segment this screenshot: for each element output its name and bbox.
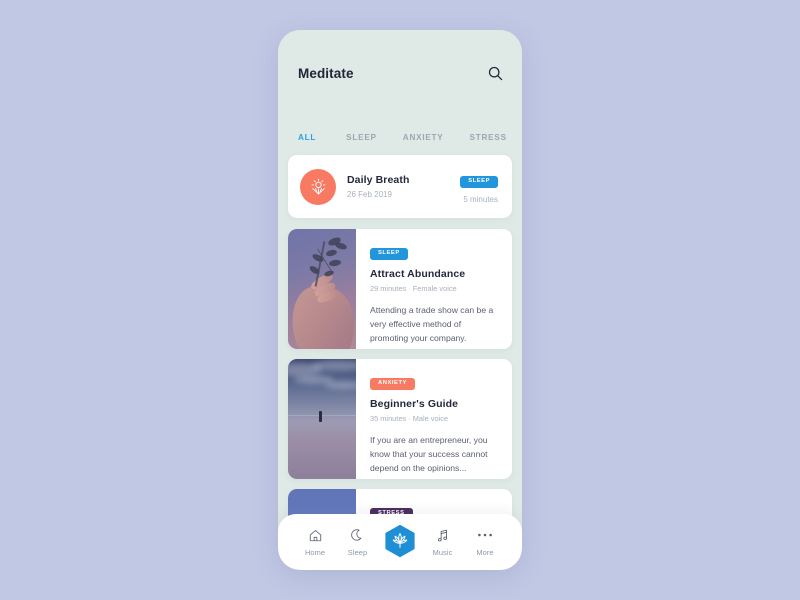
featured-text: Daily Breath 26 Feb 2019 bbox=[336, 174, 460, 199]
tab-sleep[interactable]: SLEEP bbox=[346, 133, 377, 142]
nav-label-more: More bbox=[476, 548, 494, 557]
nav-item-sleep[interactable]: Sleep bbox=[339, 527, 377, 557]
cloud-shape bbox=[312, 360, 356, 371]
featured-title: Daily Breath bbox=[347, 174, 410, 186]
search-icon[interactable] bbox=[488, 44, 503, 81]
leaf-shape bbox=[334, 241, 348, 251]
card-beginners-guide[interactable]: ANXIETY Beginner's Guide 35 minutes · Ma… bbox=[288, 359, 512, 479]
tab-stress[interactable]: STRESS bbox=[470, 133, 507, 142]
nav-item-home[interactable]: Home bbox=[296, 527, 334, 557]
figure-silhouette bbox=[319, 411, 322, 422]
card-description: If you are an entrepreneur, you know tha… bbox=[370, 434, 488, 473]
tab-anxiety[interactable]: ANXIETY bbox=[403, 133, 444, 142]
ellipsis-icon bbox=[477, 527, 493, 543]
featured-right: SLEEP 5 minutes bbox=[460, 169, 498, 204]
featured-duration: 5 minutes bbox=[463, 194, 498, 204]
status-badge: ANXIETY bbox=[370, 378, 415, 390]
sunrise-lotus-icon bbox=[300, 168, 336, 205]
featured-date: 26 Feb 2019 bbox=[347, 190, 392, 199]
featured-card-daily-breath[interactable]: Daily Breath 26 Feb 2019 SLEEP 5 minutes bbox=[288, 155, 512, 218]
thumbnail-lone-figure-on-beach bbox=[288, 359, 356, 479]
card-body: ANXIETY Beginner's Guide 35 minutes · Ma… bbox=[356, 359, 512, 479]
meditation-card-list[interactable]: Daily Breath 26 Feb 2019 SLEEP 5 minutes bbox=[278, 152, 522, 570]
nav-label-sleep: Sleep bbox=[347, 548, 368, 557]
nav-item-music[interactable]: Music bbox=[424, 527, 462, 557]
status-badge: SLEEP bbox=[460, 176, 498, 188]
leaf-shape bbox=[311, 252, 325, 264]
card-attract-abundance[interactable]: SLEEP Attract Abundance 29 minutes · Fem… bbox=[288, 229, 512, 349]
nav-label-music: Music bbox=[432, 548, 453, 557]
phone-frame: Meditate ALL SLEEP ANXIETY STRESS FOCUS bbox=[278, 30, 522, 570]
app-header: Meditate bbox=[278, 30, 522, 94]
thumbnail-hand-holding-eucalyptus bbox=[288, 229, 356, 349]
moon-icon bbox=[350, 527, 365, 543]
card-title: Beginner's Guide bbox=[370, 397, 459, 410]
card-body: SLEEP Attract Abundance 29 minutes · Fem… bbox=[356, 229, 512, 349]
nav-item-more[interactable]: More bbox=[466, 527, 504, 557]
leaf-shape bbox=[328, 259, 342, 267]
category-tab-bar[interactable]: ALL SLEEP ANXIETY STRESS FOCUS bbox=[278, 126, 522, 148]
status-badge: SLEEP bbox=[370, 248, 408, 260]
nav-item-meditate-lotus-hexagon[interactable] bbox=[381, 524, 419, 558]
tab-all[interactable]: ALL bbox=[298, 133, 316, 142]
page-title: Meditate bbox=[298, 65, 354, 81]
card-meta: 29 minutes · Female voice bbox=[370, 283, 457, 293]
horizon-line bbox=[288, 415, 356, 416]
leaf-shape bbox=[325, 248, 338, 258]
bottom-navigation-bar[interactable]: Home Sleep Music More bbox=[278, 514, 522, 570]
music-note-icon bbox=[435, 527, 450, 543]
card-meta: 35 minutes · Male voice bbox=[370, 413, 449, 423]
home-icon bbox=[308, 527, 323, 543]
card-title: Attract Abundance bbox=[370, 267, 466, 280]
nav-label-home: Home bbox=[304, 548, 326, 557]
cloud-shape bbox=[324, 381, 356, 389]
card-description: Attending a trade show can be a very eff… bbox=[370, 304, 494, 343]
